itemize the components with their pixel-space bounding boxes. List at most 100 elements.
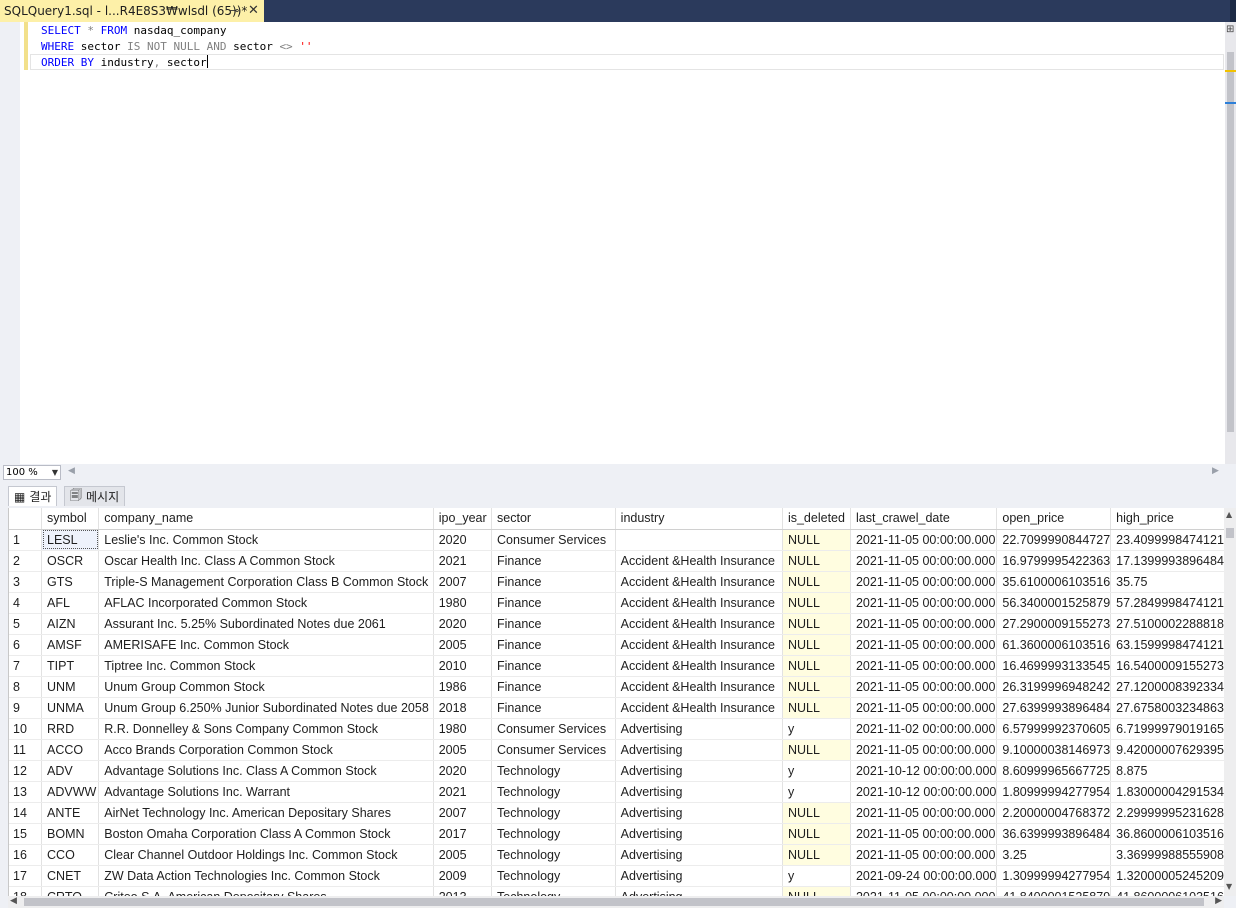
cell-last-crawel-date[interactable]: 2021-09-24 00:00:00.000	[850, 865, 998, 887]
cell-open-price[interactable]: 8.60999965667725	[996, 760, 1112, 782]
cell-company-name[interactable]: Acco Brands Corporation Common Stock	[98, 739, 434, 761]
cell-industry[interactable]: Accident &Health Insurance	[615, 697, 783, 719]
cell-ipo-year[interactable]: 2005	[433, 844, 493, 866]
table-row[interactable]: 12 ADV Advantage Solutions Inc. Class A Co…	[9, 760, 1225, 782]
cell-company-name[interactable]: Clear Channel Outdoor Holdings Inc. Comm…	[98, 844, 434, 866]
cell-symbol[interactable]: OSCR	[41, 550, 100, 572]
cell-ipo-year[interactable]: 2007	[433, 571, 493, 593]
cell-industry[interactable]: Advertising	[615, 823, 783, 845]
cell-is-deleted[interactable]: NULL	[782, 655, 851, 677]
cell-high-price[interactable]: 23.4099998474121	[1110, 529, 1225, 551]
cell-high-price[interactable]: 16.5400009155273	[1110, 655, 1225, 677]
cell-last-crawel-date[interactable]: 2021-11-05 00:00:00.000	[850, 529, 998, 551]
cell-ipo-year[interactable]: 1980	[433, 592, 493, 614]
cell-industry[interactable]: Accident &Health Insurance	[615, 592, 783, 614]
cell-symbol[interactable]: ADV	[41, 760, 100, 782]
cell-company-name[interactable]: Boston Omaha Corporation Class A Common …	[98, 823, 434, 845]
cell-open-price[interactable]: 16.4699993133545	[996, 655, 1112, 677]
cell-industry[interactable]: Accident &Health Insurance	[615, 634, 783, 656]
editor-vertical-scrollbar[interactable]	[1225, 22, 1236, 464]
cell-sector[interactable]: Technology	[491, 802, 616, 824]
cell-symbol[interactable]: AIZN	[41, 613, 100, 635]
cell-industry[interactable]: Accident &Health Insurance	[615, 676, 783, 698]
cell-symbol[interactable]: AFL	[41, 592, 100, 614]
zoom-select[interactable]: 100 % ▼	[3, 465, 61, 480]
cell-last-crawel-date[interactable]: 2021-11-05 00:00:00.000	[850, 886, 998, 896]
cell-open-price[interactable]: 61.3600006103516	[996, 634, 1112, 656]
cell-sector[interactable]: Finance	[491, 592, 616, 614]
cell-sector[interactable]: Finance	[491, 676, 616, 698]
cell-high-price[interactable]: 6.71999979019165	[1110, 718, 1225, 740]
cell-open-price[interactable]: 27.2900009155273	[996, 613, 1112, 635]
cell-ipo-year[interactable]: 1986	[433, 676, 493, 698]
row-number[interactable]: 4	[9, 592, 43, 614]
scroll-down-icon[interactable]: ▼	[1226, 882, 1232, 891]
cell-is-deleted[interactable]: NULL	[782, 802, 851, 824]
cell-ipo-year[interactable]: 2007	[433, 802, 493, 824]
cell-is-deleted[interactable]: NULL	[782, 844, 851, 866]
cell-open-price[interactable]: 1.30999994277954	[996, 865, 1112, 887]
cell-symbol[interactable]: BOMN	[41, 823, 100, 845]
cell-open-price[interactable]: 3.25	[996, 844, 1112, 866]
table-row[interactable]: 8 UNM Unum Group Common Stock 1986 Finance Ac…	[9, 676, 1225, 698]
scroll-up-icon[interactable]: ▲	[1226, 510, 1232, 519]
cell-open-price[interactable]: 27.6399993896484	[996, 697, 1112, 719]
column-header-last-crawel-date[interactable]: last_crawel_date	[850, 508, 998, 530]
cell-sector[interactable]: Finance	[491, 571, 616, 593]
cell-last-crawel-date[interactable]: 2021-11-05 00:00:00.000	[850, 613, 998, 635]
row-number[interactable]: 2	[9, 550, 43, 572]
cell-company-name[interactable]: Advantage Solutions Inc. Class A Common …	[98, 760, 434, 782]
cell-is-deleted[interactable]: y	[782, 760, 851, 782]
column-header-ipo-year[interactable]: ipo_year	[433, 508, 493, 530]
cell-is-deleted[interactable]: NULL	[782, 529, 851, 551]
cell-last-crawel-date[interactable]: 2021-11-05 00:00:00.000	[850, 697, 998, 719]
cell-high-price[interactable]: 35.75	[1110, 571, 1225, 593]
row-number[interactable]: 15	[9, 823, 43, 845]
cell-ipo-year[interactable]: 2020	[433, 529, 493, 551]
cell-industry[interactable]: Advertising	[615, 781, 783, 803]
table-row[interactable]: 11 ACCO Acco Brands Corporation Common Sto…	[9, 739, 1225, 761]
close-icon[interactable]: ✕	[248, 3, 259, 18]
cell-high-price[interactable]: 3.36999988555908	[1110, 844, 1225, 866]
table-row[interactable]: 3 GTS Triple-S Management Corporation Clas…	[9, 571, 1225, 593]
cell-industry[interactable]: Accident &Health Insurance	[615, 550, 783, 572]
cell-symbol[interactable]: CCO	[41, 844, 100, 866]
grid-horizontal-scrollbar[interactable]: ◀ ▶	[8, 896, 1224, 908]
chevron-down-icon[interactable]: ▼	[52, 466, 58, 479]
scroll-right-icon[interactable]: ▶	[1212, 466, 1219, 476]
cell-is-deleted[interactable]: NULL	[782, 550, 851, 572]
row-number[interactable]: 5	[9, 613, 43, 635]
cell-high-price[interactable]: 27.6758003234863	[1110, 697, 1225, 719]
cell-last-crawel-date[interactable]: 2021-11-05 00:00:00.000	[850, 634, 998, 656]
cell-ipo-year[interactable]: 2021	[433, 781, 493, 803]
row-number[interactable]: 9	[9, 697, 43, 719]
cell-company-name[interactable]: Unum Group 6.250% Junior Subordinated No…	[98, 697, 434, 719]
cell-symbol[interactable]: ANTE	[41, 802, 100, 824]
cell-open-price[interactable]: 35.6100006103516	[996, 571, 1112, 593]
cell-high-price[interactable]: 27.1200008392334	[1110, 676, 1225, 698]
cell-last-crawel-date[interactable]: 2021-11-05 00:00:00.000	[850, 739, 998, 761]
cell-sector[interactable]: Technology	[491, 823, 616, 845]
cell-sector[interactable]: Technology	[491, 844, 616, 866]
grid-scroll-right-icon[interactable]: ▶	[1215, 896, 1222, 906]
cell-last-crawel-date[interactable]: 2021-11-05 00:00:00.000	[850, 823, 998, 845]
cell-last-crawel-date[interactable]: 2021-11-02 00:00:00.000	[850, 718, 998, 740]
table-row[interactable]: 17 CNET ZW Data Action Technologies Inc. C…	[9, 865, 1225, 887]
grid-vscroll-thumb[interactable]	[1226, 528, 1234, 538]
results-table[interactable]: symbol company_name ipo_year sector industry…	[9, 508, 1225, 896]
cell-symbol[interactable]: UNM	[41, 676, 100, 698]
cell-industry[interactable]: Advertising	[615, 865, 783, 887]
column-header-company-name[interactable]: company_name	[98, 508, 434, 530]
row-number[interactable]: 16	[9, 844, 43, 866]
table-row[interactable]: 7 TIPT Tiptree Inc. Common Stock 2010 Financ…	[9, 655, 1225, 677]
cell-sector[interactable]: Technology	[491, 886, 616, 896]
cell-last-crawel-date[interactable]: 2021-10-12 00:00:00.000	[850, 781, 998, 803]
cell-company-name[interactable]: Tiptree Inc. Common Stock	[98, 655, 434, 677]
code-line[interactable]: ORDER BY industry, sector	[41, 55, 313, 71]
cell-sector[interactable]: Technology	[491, 781, 616, 803]
cell-symbol[interactable]: ADVWW	[41, 781, 100, 803]
row-number[interactable]: 6	[9, 634, 43, 656]
row-number[interactable]: 12	[9, 760, 43, 782]
cell-industry[interactable]: Advertising	[615, 844, 783, 866]
table-row[interactable]: 1 LESL Leslie's Inc. Common Stock 2020 Consu…	[9, 529, 1225, 551]
